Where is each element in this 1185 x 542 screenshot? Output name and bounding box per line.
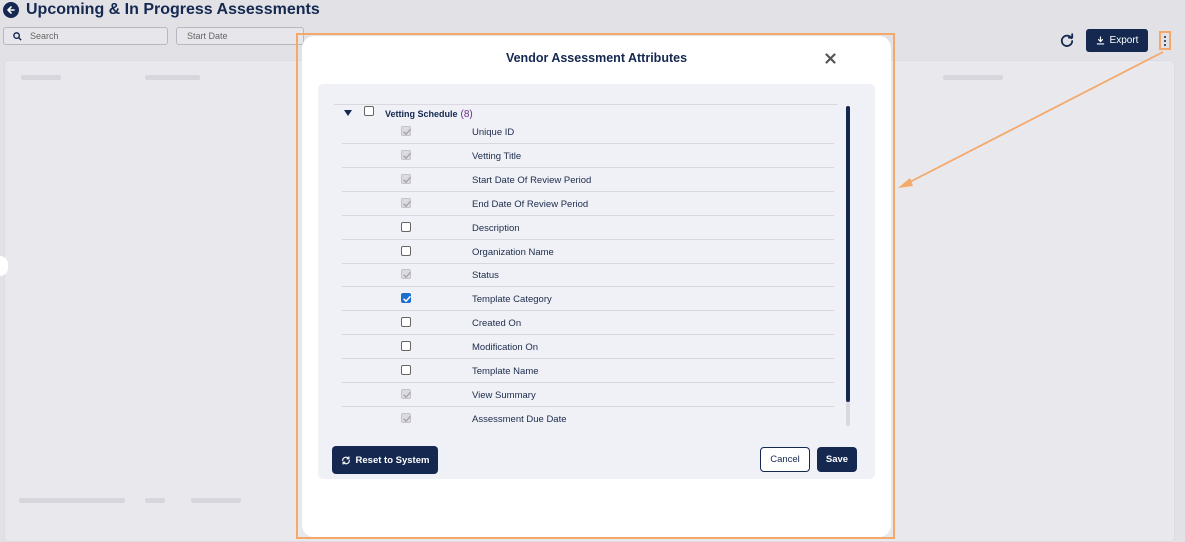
attribute-checkbox [401,412,411,423]
attribute-label: Organization Name [472,246,554,258]
attribute-row[interactable]: Assessment Due Date [342,407,834,428]
attribute-checkbox [401,149,411,160]
attribute-row[interactable]: Modification On [342,335,834,360]
chevron-down-icon[interactable] [344,110,352,116]
attribute-checkbox [401,269,411,280]
attribute-checkbox [401,126,411,136]
scrollbar-thumb[interactable] [846,106,850,402]
attribute-label: Vetting Title [472,150,522,162]
modal-title: Vendor Assessment Attributes [505,51,688,65]
group-count: (8) [460,109,473,120]
attribute-row[interactable]: Unique ID [342,120,834,144]
attributes-panel: Vetting Schedule (8) Unique ID Vetting Tit… [318,84,875,479]
export-button[interactable]: Export [1086,29,1148,52]
attribute-row[interactable]: Organization Name [342,240,834,264]
attribute-list: Unique ID Vetting Title Start Date Of Revi… [342,120,834,428]
attribute-checkbox[interactable] [401,341,411,352]
download-icon [1096,36,1104,45]
attribute-row[interactable]: Template Category [342,287,834,312]
attribute-label: Start Date Of Review Period [472,174,592,186]
attribute-checkbox[interactable] [401,245,411,256]
vendor-assessment-attributes-modal: Vendor Assessment Attributes Vetting Sch… [302,36,891,537]
attribute-label: End Date Of Review Period [472,198,589,210]
reset-icon [341,455,350,465]
attribute-row[interactable]: End Date Of Review Period [342,192,834,216]
attribute-row[interactable]: Vetting Title [342,144,834,168]
group-checkbox[interactable] [364,106,374,116]
search-input[interactable]: Search [3,27,168,45]
export-label: Export [1109,35,1139,46]
attribute-row[interactable]: Status [342,263,834,288]
attribute-row[interactable]: View Summary [342,383,834,407]
attribute-label: Description [472,222,520,234]
attribute-checkbox [401,388,411,399]
attribute-label: Status [472,270,499,282]
scrollbar[interactable] [846,106,850,426]
group-label: Vetting Schedule (8) [385,109,473,120]
cancel-button[interactable]: Cancel [760,447,810,472]
attribute-label: View Summary [472,389,536,401]
refresh-icon[interactable] [1058,32,1076,50]
attribute-label: Template Name [472,366,539,377]
attribute-checkbox[interactable] [401,365,411,375]
attribute-label: Template Category [472,294,552,306]
attribute-checkbox [401,197,411,208]
attribute-label: Modification On [472,342,539,354]
attribute-label: Assessment Due Date [472,413,567,425]
divider [334,104,838,105]
reset-label: Reset to System [355,454,430,466]
search-placeholder: Search [30,31,59,41]
attribute-row[interactable]: Description [342,216,834,240]
group-name: Vetting Schedule [385,109,458,119]
attribute-label: Unique ID [472,127,515,138]
attribute-checkbox [401,173,411,184]
search-icon [13,31,22,41]
attribute-row[interactable]: Start Date Of Review Period [342,168,834,192]
save-button[interactable]: Save [817,447,857,472]
attribute-label: Created On [472,318,522,330]
attribute-checkbox[interactable] [401,293,411,304]
page-title: Upcoming & In Progress Assessments [26,1,320,18]
reset-to-system-button[interactable]: Reset to System [332,446,438,474]
attribute-checkbox[interactable] [401,317,411,328]
start-date-input[interactable]: Start Date [176,27,304,45]
attribute-row[interactable]: Created On [342,311,834,336]
page-header: Upcoming & In Progress Assessments [0,0,1185,22]
close-icon[interactable] [822,50,838,66]
attribute-row[interactable]: Template Name [342,359,834,383]
column-settings-kebab-icon[interactable] [1159,31,1171,50]
back-arrow-icon[interactable] [3,2,19,18]
attribute-checkbox[interactable] [401,221,411,232]
